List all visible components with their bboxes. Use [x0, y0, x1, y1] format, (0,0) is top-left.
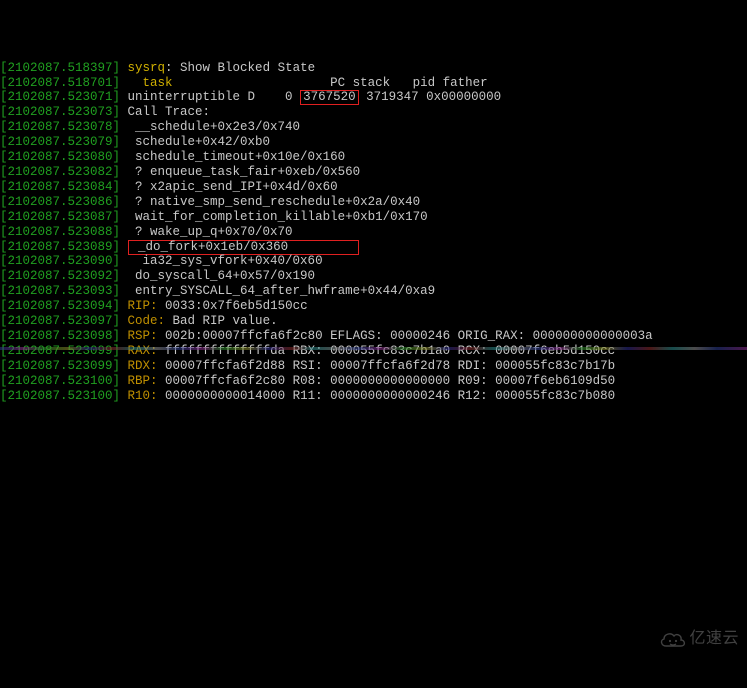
log-text: __schedule+0x2e3/0x740	[120, 120, 300, 134]
log-text: 002b:00007ffcfa6f2c80 EFLAGS: 00000246 O…	[158, 329, 653, 343]
log-text: _do_fork+0x1eb/0x360	[128, 240, 359, 255]
log-line: [2102087.523092] do_syscall_64+0x57/0x19…	[0, 269, 747, 284]
log-line: [2102087.523087] wait_for_completion_kil…	[0, 210, 747, 225]
log-text: R10:	[120, 389, 158, 403]
timestamp: [2102087.523079]	[0, 135, 120, 149]
timestamp: [2102087.523090]	[0, 254, 120, 268]
log-text: 00007ffcfa6f2d88 RSI: 00007ffcfa6f2d78 R…	[158, 359, 616, 373]
log-text: RIP:	[120, 299, 158, 313]
log-line: [2102087.523094] RIP: 0033:0x7f6eb5d150c…	[0, 299, 747, 314]
log-text: 0033:0x7f6eb5d150cc	[158, 299, 308, 313]
timestamp: [2102087.523089]	[0, 240, 120, 254]
timestamp: [2102087.523099]	[0, 344, 120, 358]
timestamp: [2102087.523094]	[0, 299, 120, 313]
log-text: ffffffffffffffda RBX: 000055fc83c7b1a0 R…	[158, 344, 616, 358]
log-text: Bad RIP value.	[165, 314, 278, 328]
log-text: ? wake_up_q+0x70/0x70	[120, 225, 293, 239]
log-line: [2102087.523080] schedule_timeout+0x10e/…	[0, 150, 747, 165]
log-line: [2102087.523093] entry_SYSCALL_64_after_…	[0, 284, 747, 299]
log-line: [2102087.523090] ia32_sys_vfork+0x40/0x6…	[0, 254, 747, 269]
compression-artifact-bar	[0, 347, 747, 350]
log-text: do_syscall_64+0x57/0x190	[120, 269, 315, 283]
log-text: : Show Blocked State	[165, 61, 360, 75]
timestamp: [2102087.523100]	[0, 374, 120, 388]
log-line: [2102087.518397] sysrq: Show Blocked Sta…	[0, 61, 747, 76]
log-line: [2102087.523100] RBP: 00007ffcfa6f2c80 R…	[0, 374, 747, 389]
log-line: [2102087.523073] Call Trace:	[0, 105, 747, 120]
timestamp: [2102087.523078]	[0, 120, 120, 134]
log-line: [2102087.523071] uninterruptible D 0 376…	[0, 90, 747, 105]
timestamp: [2102087.518397]	[0, 61, 120, 75]
timestamp: [2102087.518701]	[0, 76, 120, 90]
log-text: ? enqueue_task_fair+0xeb/0x560	[120, 165, 360, 179]
log-text: ia32_sys_vfork+0x40/0x60	[120, 254, 323, 268]
timestamp: [2102087.523073]	[0, 105, 120, 119]
timestamp: [2102087.523088]	[0, 225, 120, 239]
log-text: 3719347 0x00000000	[359, 90, 502, 104]
log-text	[120, 240, 128, 254]
log-line: [2102087.523097] Code: Bad RIP value.	[0, 314, 747, 329]
log-text: PC stack pid father	[203, 76, 488, 90]
log-text: ? x2apic_send_IPI+0x4d/0x60	[120, 180, 338, 194]
log-text: sysrq	[120, 61, 165, 75]
log-line: [2102087.523099] RDX: 00007ffcfa6f2d88 R…	[0, 359, 747, 374]
log-line: [2102087.523084] ? x2apic_send_IPI+0x4d/…	[0, 180, 747, 195]
log-line: [2102087.523098] RSP: 002b:00007ffcfa6f2…	[0, 329, 747, 344]
log-text: Code:	[120, 314, 165, 328]
timestamp: [2102087.523087]	[0, 210, 120, 224]
log-text: 0000000000014000 R11: 0000000000000246 R…	[158, 389, 616, 403]
timestamp: [2102087.523086]	[0, 195, 120, 209]
log-text: RBP:	[120, 374, 158, 388]
log-line: [2102087.523086] ? native_smp_send_resch…	[0, 195, 747, 210]
timestamp: [2102087.523098]	[0, 329, 120, 343]
timestamp: [2102087.523093]	[0, 284, 120, 298]
log-text: task	[120, 76, 203, 90]
watermark: 亿速云	[658, 598, 739, 680]
log-text: schedule+0x42/0xb0	[120, 135, 270, 149]
log-text: 00007ffcfa6f2c80 R08: 0000000000000000 R…	[158, 374, 616, 388]
log-line: [2102087.523082] ? enqueue_task_fair+0xe…	[0, 165, 747, 180]
timestamp: [2102087.523082]	[0, 165, 120, 179]
timestamp: [2102087.523080]	[0, 150, 120, 164]
timestamp: [2102087.523099]	[0, 359, 120, 373]
log-line: [2102087.523088] ? wake_up_q+0x70/0x70	[0, 225, 747, 240]
watermark-text: 亿速云	[689, 632, 739, 647]
terminal-output: [2102087.518397] sysrq: Show Blocked Sta…	[0, 60, 747, 404]
timestamp: [2102087.523100]	[0, 389, 120, 403]
log-text: ? native_smp_send_reschedule+0x2a/0x40	[120, 195, 420, 209]
log-text: Call Trace:	[120, 105, 210, 119]
log-line: [2102087.523089] _do_fork+0x1eb/0x360	[0, 240, 747, 255]
log-text: wait_for_completion_killable+0xb1/0x170	[120, 210, 428, 224]
log-line: [2102087.518701] task PC stack pid fathe…	[0, 76, 747, 91]
timestamp: [2102087.523071]	[0, 90, 120, 104]
log-line: [2102087.523078] __schedule+0x2e3/0x740	[0, 120, 747, 135]
timestamp: [2102087.523092]	[0, 269, 120, 283]
log-text: RDX:	[120, 359, 158, 373]
log-text: entry_SYSCALL_64_after_hwframe+0x44/0xa9	[120, 284, 435, 298]
log-text: schedule_timeout+0x10e/0x160	[120, 150, 345, 164]
log-line: [2102087.523079] schedule+0x42/0xb0	[0, 135, 747, 150]
log-text: 3767520	[300, 90, 359, 105]
log-text: RAX:	[120, 344, 158, 358]
log-line: [2102087.523100] R10: 0000000000014000 R…	[0, 389, 747, 404]
log-text: RSP:	[120, 329, 158, 343]
log-text: uninterruptible D 0	[120, 90, 300, 104]
timestamp: [2102087.523097]	[0, 314, 120, 328]
timestamp: [2102087.523084]	[0, 180, 120, 194]
cloud-icon	[658, 598, 688, 680]
